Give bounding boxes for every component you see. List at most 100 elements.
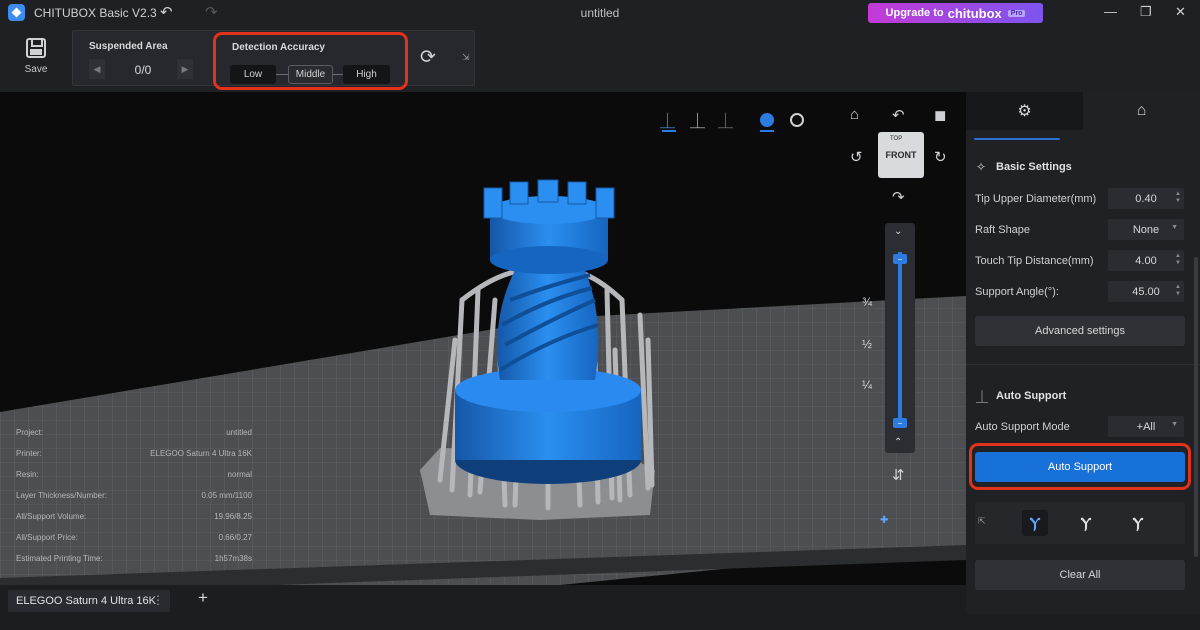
view-mode-underline [662,130,676,132]
dropdown-icon: ▼ [1171,224,1178,231]
tab-indicator [974,138,1060,140]
undo-icon[interactable]: ↶ [160,3,173,21]
redo-icon[interactable]: ↷ [205,3,218,21]
touch-tip-label: Touch Tip Distance(mm) [975,255,1094,267]
info-row: All/Support Volume: 19.96/8.25 [16,512,252,526]
info-value: 1h57m38s [214,554,252,563]
stepper-icon[interactable]: ▲ ▼ [1175,191,1181,205]
tip-diameter-value: 0.40 [1135,192,1157,205]
info-row: All/Support Price: 0.66/0.27 [16,533,252,547]
refresh-icon[interactable]: ⟳ [420,46,436,69]
slider-top-handle[interactable]: − [893,254,907,264]
slider-mark-quarter: ¼ [862,378,873,392]
rotate-right-icon[interactable]: ↻ [934,148,947,166]
info-value: 19.96/8.25 [214,512,252,521]
support-angle-input[interactable]: 45.00 ▲ ▼ [1108,281,1184,302]
save-icon [26,38,46,58]
edit-support-icon[interactable]: Ⲩ [1125,510,1151,536]
advanced-settings-button[interactable]: Advanced settings [975,316,1185,346]
chitubox-logo-icon [8,4,25,21]
rotate-bottom-icon[interactable]: ↷ [892,188,905,206]
restore-icon[interactable]: ❐ [1140,4,1152,20]
auto-support-mode-label: Auto Support Mode [975,421,1070,433]
slider-mark-half: ½ [862,337,873,351]
next-arrow-icon[interactable]: ▶ [177,59,193,79]
close-icon[interactable]: ✕ [1175,4,1186,20]
support-angle-label: Support Angle(°): [975,286,1059,298]
basic-settings-title: Basic Settings [996,161,1072,173]
rotate-left-icon[interactable]: ↺ [850,148,863,166]
support-tool-row: ⇱ Ⲩ Ⲩ Ⲩ [975,502,1185,544]
wand-icon: ✧ [976,160,987,174]
prev-arrow-icon[interactable]: ◀ [89,59,105,79]
info-key: Resin: [16,470,39,479]
view-cube-top: TOP [890,136,903,142]
more-options-icon[interactable]: ⋮ [152,593,164,607]
dropdown-icon: ▼ [1171,421,1178,428]
info-row: Project: untitled [16,428,252,442]
clear-all-button[interactable]: Clear All [975,560,1185,590]
upgrade-button[interactable]: Upgrade to chitubox Pro [868,3,1043,23]
detection-accuracy-highlight [213,32,408,90]
remove-support-icon[interactable]: Ⲩ [1073,510,1099,536]
section-divider [966,364,1200,365]
panel-tabs: ⚙ ⌂ [966,92,1200,130]
info-key: Project: [16,428,44,437]
axis-gizmo-icon: ✚ [880,515,889,526]
printer-tab-bar: ELEGOO Saturn 4 Ultra 16K ⋮ + [0,585,966,630]
add-support-icon[interactable]: Ⲩ [1022,510,1048,536]
suspended-area-title: Suspended Area [89,41,168,52]
printer-tab[interactable]: ELEGOO Saturn 4 Ultra 16K ⋮ [8,590,170,612]
panel-toggle-icon[interactable]: ⇱ [978,516,986,527]
raft-shape-select[interactable]: None ▼ [1108,219,1184,240]
suspended-area-count: 0/0 [134,63,152,77]
stepper-icon[interactable]: ▲ ▼ [1175,284,1181,298]
view-support-medium-icon[interactable]: ⏊ [690,110,705,131]
info-key: All/Support Volume: [16,512,87,521]
iso-cube-icon[interactable]: ◼ [934,106,946,124]
collapse-panel-icon[interactable]: ⇲ [462,52,470,63]
auto-support-highlight [969,443,1191,490]
upgrade-brand: chitubox [947,5,1002,21]
title-bar: CHITUBOX Basic V2.3 ↶ ↷ untitled Upgrade… [0,0,1200,26]
slider-down-chevron-icon[interactable]: ⌃ [894,437,902,448]
auto-support-mode-select[interactable]: +All ▼ [1108,416,1184,437]
save-label: Save [24,64,48,75]
printer-settings-tab-icon[interactable]: ⌂ [1083,92,1200,130]
document-title: untitled [580,6,620,20]
slider-bottom-handle[interactable]: − [893,418,907,428]
view-support-light-icon[interactable]: ⏊ [718,110,733,131]
rotate-top-icon[interactable]: ↶ [892,106,905,124]
solid-shading-icon[interactable] [760,113,774,127]
panel-scrollbar[interactable] [1194,257,1198,557]
raft-shape-value: None [1132,223,1160,236]
view-cube-front: FRONT [885,150,917,160]
info-value: untitled [226,428,252,437]
layer-slider-track [898,252,902,424]
minimize-icon[interactable]: — [1104,4,1117,19]
home-view-icon[interactable]: ⌂ [850,106,859,123]
slider-expand-icon[interactable]: ⇵ [892,466,905,484]
auto-support-icon: ⏊ [976,390,989,404]
slider-up-chevron-icon[interactable]: ⌄ [894,226,902,237]
save-button[interactable]: Save [22,38,50,75]
info-row: Estimated Printing Time: 1h57m38s [16,554,252,568]
add-printer-icon[interactable]: + [198,588,208,608]
info-key: Printer: [16,449,42,458]
support-settings-tab-icon[interactable]: ⚙ [966,92,1083,130]
upgrade-label: Upgrade to [885,7,944,19]
toolbar: Save Suspended Area ◀ 0/0 ▶ Detection Ac… [0,26,1200,92]
view-support-icon[interactable]: ⏊ [660,110,675,131]
info-key: Estimated Printing Time: [16,554,103,563]
touch-tip-input[interactable]: 4.00 ▲ ▼ [1108,250,1184,271]
pro-badge: Pro [1007,9,1026,17]
auto-support-title: Auto Support [996,390,1067,402]
info-key: All/Support Price: [16,533,78,542]
tip-diameter-input[interactable]: 0.40 ▲ ▼ [1108,188,1184,209]
auto-support-mode-value: +All [1136,420,1156,433]
info-value: ELEGOO Saturn 4 Ultra 16K [150,449,252,458]
info-row: Resin: normal [16,470,252,484]
stepper-icon[interactable]: ▲ ▼ [1175,253,1181,267]
support-angle-value: 45.00 [1132,285,1160,298]
xray-shading-icon[interactable] [790,113,804,127]
